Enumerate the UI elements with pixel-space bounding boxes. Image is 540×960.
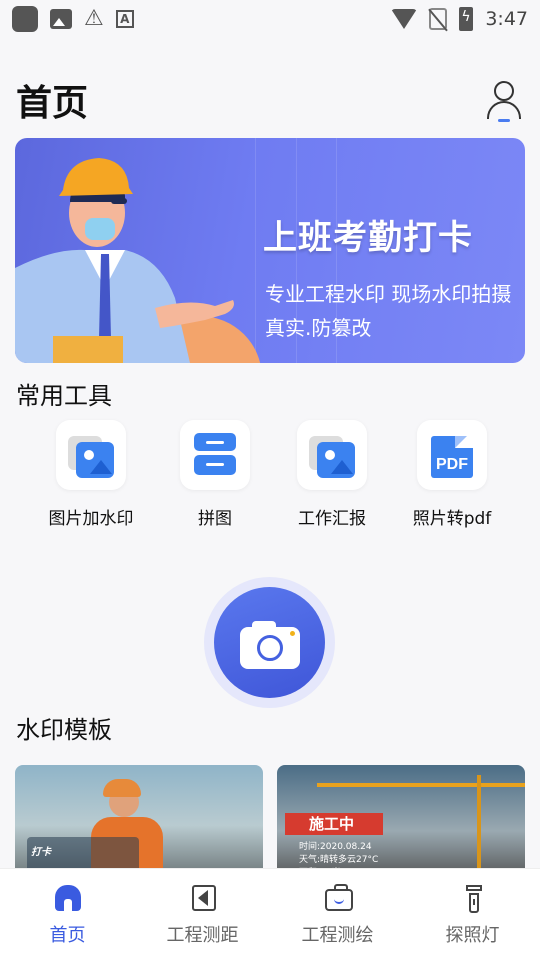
- tab-label: 探照灯: [445, 925, 500, 946]
- puzzle-icon: [180, 420, 250, 490]
- tool-work-report[interactable]: 工作汇报: [272, 420, 392, 529]
- warning-icon: ⚠: [84, 6, 104, 31]
- worker-illustration: [15, 158, 261, 363]
- tab-label: 工程测绘: [301, 925, 374, 946]
- banner-subtitle: 专业工程水印 现场水印拍摄: [265, 282, 512, 306]
- flashlight-icon: [465, 885, 482, 913]
- battery-charging-icon: [459, 7, 474, 31]
- banner-tagline: 真实.防篡改: [265, 316, 372, 340]
- promo-banner[interactable]: 上班考勤打卡 专业工程水印 现场水印拍摄 真实.防篡改: [15, 138, 525, 363]
- tab-label: 工程测距: [166, 925, 239, 946]
- template-meta-time: 时间:2020.08.24: [299, 842, 372, 852]
- image-notification-icon: [50, 9, 72, 29]
- tab-label: 首页: [49, 925, 86, 946]
- template-card-title: 施工中: [285, 813, 383, 835]
- home-icon: [54, 885, 81, 911]
- no-sim-icon: [429, 8, 448, 30]
- tool-label: 图片加水印: [48, 509, 134, 529]
- text-notification-icon: A: [115, 10, 134, 28]
- template-meta-weather: 天气:晴转多云27°C: [299, 855, 379, 865]
- work-report-icon: [297, 420, 367, 490]
- survey-case-icon: [324, 884, 353, 911]
- bottom-tab-bar: 首页 工程测距 工程测绘 探照灯: [0, 868, 540, 960]
- watermark-template-card[interactable]: 打卡: [15, 765, 263, 875]
- pdf-icon: PDF: [417, 420, 487, 490]
- tab-flashlight[interactable]: 探照灯: [405, 883, 540, 947]
- user-profile-button[interactable]: [484, 77, 524, 123]
- banner-title: 上班考勤打卡: [263, 218, 473, 258]
- camera-button[interactable]: [204, 577, 335, 708]
- tool-photo-to-pdf[interactable]: PDF 照片转pdf: [392, 420, 512, 529]
- tools-grid: 图片加水印 拼图 工作汇报 PDF 照片转pdf: [0, 420, 540, 530]
- user-icon: [494, 81, 514, 101]
- tool-label: 工作汇报: [298, 509, 366, 529]
- tab-survey[interactable]: 工程测绘: [270, 883, 405, 947]
- templates-section-title: 水印模板: [16, 716, 112, 744]
- tool-photo-watermark[interactable]: 图片加水印: [31, 420, 151, 529]
- app-notification-icon: [12, 6, 38, 32]
- tab-home[interactable]: 首页: [0, 883, 135, 947]
- photo-watermark-icon: [56, 420, 126, 490]
- watermark-template-card[interactable]: 施工中 时间:2020.08.24 天气:晴转多云27°C 面积:40米: [277, 765, 525, 875]
- status-time: 3:47: [485, 8, 528, 30]
- page-header: 首页: [16, 72, 524, 128]
- tools-section-title: 常用工具: [16, 382, 112, 410]
- tool-label: 照片转pdf: [412, 509, 492, 529]
- status-bar: ⚠ A 3:47: [0, 0, 540, 38]
- wifi-icon: [391, 9, 418, 29]
- template-card-title: 打卡: [31, 847, 51, 858]
- tab-distance[interactable]: 工程测距: [135, 883, 270, 947]
- tool-label: 拼图: [198, 509, 232, 529]
- page-title: 首页: [16, 83, 89, 124]
- tool-puzzle[interactable]: 拼图: [155, 420, 275, 529]
- ruler-icon: [191, 885, 216, 911]
